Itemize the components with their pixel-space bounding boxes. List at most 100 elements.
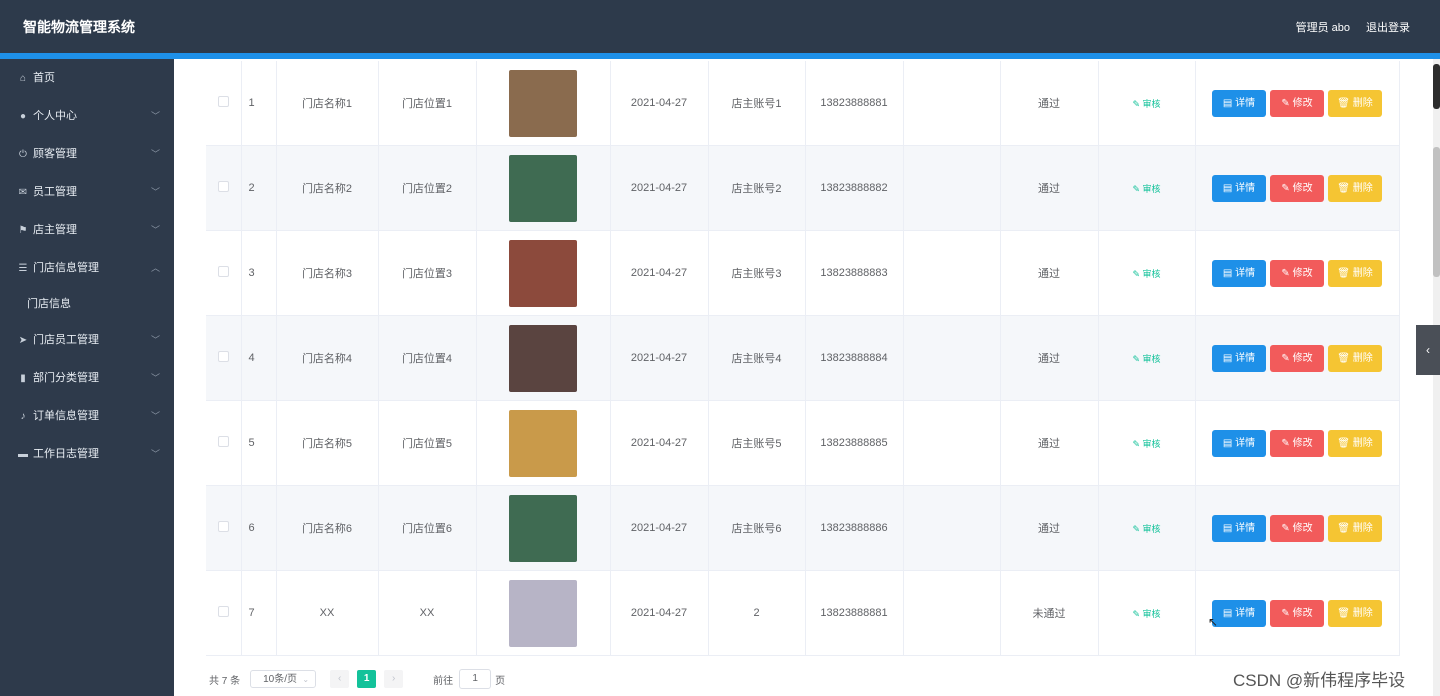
sidebar-item-1[interactable]: ● 个人中心 ﹀ [0, 97, 174, 135]
detail-button[interactable]: ▤ 详情 [1212, 344, 1266, 372]
edit-button[interactable]: ✎ 修改 [1270, 429, 1324, 457]
detail-button[interactable]: ▤ 详情 [1212, 259, 1266, 287]
edit-icon: ✎ [1132, 268, 1143, 279]
delete-button[interactable]: 🗑 删除 [1328, 344, 1382, 372]
store-image[interactable] [509, 69, 577, 137]
row-select-cell [206, 145, 242, 231]
note [903, 315, 1001, 401]
collapse-panel-button[interactable]: ‹ [1416, 325, 1440, 375]
goto-label: 前往 [433, 675, 454, 687]
chevron-down-icon: ﹀ [150, 111, 160, 121]
edit-icon: ✎ [1132, 183, 1143, 194]
store-image[interactable] [509, 579, 577, 647]
detail-button[interactable]: ▤ 详情 [1212, 514, 1266, 542]
audit-link[interactable]: ✎ 审核 [1132, 99, 1160, 109]
store-location: 门店位置1 [378, 61, 477, 146]
store-location: 门店位置3 [378, 230, 477, 316]
row-index: 5 [241, 400, 277, 486]
menu-icon: ☰ [18, 263, 28, 274]
page-scrollbar[interactable] [1433, 59, 1440, 696]
sidebar-item-5[interactable]: ☰ 门店信息管理 ︿ [0, 249, 174, 287]
delete-button[interactable]: 🗑 删除 [1328, 429, 1382, 457]
goto-page-input[interactable]: 1 [459, 669, 492, 689]
owner-account: 店主账号1 [708, 61, 806, 146]
prev-page-button[interactable]: ‹ [330, 670, 350, 688]
actions-cell: ▤ 详情 ✎ 修改 🗑 删除 [1195, 315, 1400, 401]
audit-status: 通过 [1000, 315, 1099, 401]
audit-cell: ✎ 审核 [1098, 145, 1196, 231]
audit-cell: ✎ 审核 [1098, 315, 1196, 401]
detail-button[interactable]: ▤ 详情 [1212, 429, 1266, 457]
message-icon: ▬ [18, 449, 28, 460]
row-checkbox[interactable] [217, 351, 229, 362]
pagination: 共 7 条 10条/页 ⌄ ‹ 1 › 前往 1 页 [209, 669, 505, 689]
edit-button[interactable]: ✎ 修改 [1270, 89, 1324, 117]
actions-cell: ▤ 详情 ✎ 修改 🗑 删除 [1195, 230, 1400, 316]
sidebar-item-3[interactable]: ✉ 员工管理 ﹀ [0, 173, 174, 211]
store-image[interactable] [509, 239, 577, 307]
row-checkbox[interactable] [217, 181, 229, 192]
sidebar-item-8[interactable]: ▮ 部门分类管理 ﹀ [0, 359, 174, 397]
note [903, 230, 1001, 316]
sidebar-item-4[interactable]: ⚑ 店主管理 ﹀ [0, 211, 174, 249]
store-table: 1 门店名称1 门店位置1 2021-04-27 店主账号1 13823888881 通过 ✎… [206, 61, 1400, 656]
audit-link[interactable]: ✎ 审核 [1132, 524, 1160, 534]
chevron-up-icon: ︿ [150, 263, 160, 273]
owner-account: 店主账号2 [708, 145, 806, 231]
edit-icon: ✎ [1132, 98, 1143, 109]
current-user[interactable]: 管理员 abo [1296, 19, 1350, 35]
sidebar-item-0[interactable]: ⌂ 首页 [0, 59, 174, 97]
sidebar-item-label: 首页 [33, 72, 55, 84]
store-image[interactable] [509, 324, 577, 392]
page-size-select[interactable]: 10条/页 ⌄ [250, 670, 317, 688]
detail-button[interactable]: ▤ 详情 [1212, 174, 1266, 202]
edit-button[interactable]: ✎ 修改 [1270, 514, 1324, 542]
row-checkbox[interactable] [217, 266, 229, 277]
edit-button[interactable]: ✎ 修改 [1270, 174, 1324, 202]
edit-button[interactable]: ✎ 修改 [1270, 344, 1324, 372]
row-checkbox[interactable] [217, 606, 229, 617]
store-image[interactable] [509, 409, 577, 477]
audit-link[interactable]: ✎ 审核 [1132, 354, 1160, 364]
chevron-down-icon: ﹀ [150, 225, 160, 235]
sidebar-item-2[interactable]: ⏻ 顾客管理 ﹀ [0, 135, 174, 173]
next-page-button[interactable]: › [384, 670, 404, 688]
sidebar-item-9[interactable]: ♪ 订单信息管理 ﹀ [0, 397, 174, 435]
sidebar-item-6[interactable]: 门店信息 [0, 287, 174, 321]
pencil-icon: ✎ [1281, 97, 1293, 109]
row-index: 1 [241, 61, 277, 146]
sidebar-item-label: 部门分类管理 [33, 372, 99, 384]
chevron-down-icon: ﹀ [150, 373, 160, 383]
detail-button[interactable]: ▤ 详情 [1212, 599, 1266, 627]
store-image[interactable] [509, 494, 577, 562]
audit-link[interactable]: ✎ 审核 [1132, 269, 1160, 279]
row-checkbox[interactable] [217, 96, 229, 107]
goto-unit: 页 [495, 675, 506, 687]
row-checkbox[interactable] [217, 521, 229, 532]
delete-button[interactable]: 🗑 删除 [1328, 514, 1382, 542]
sidebar-item-label: 门店信息管理 [33, 262, 99, 274]
edit-button[interactable]: ✎ 修改 [1270, 599, 1324, 627]
table-row: 3 门店名称3 门店位置3 2021-04-27 店主账号3 13823888883 通过 ✎… [206, 230, 1400, 316]
sidebar-item-10[interactable]: ▬ 工作日志管理 ﹀ [0, 435, 174, 473]
logout-button[interactable]: 退出登录 [1366, 19, 1410, 35]
sidebar-item-7[interactable]: ➤ 门店员工管理 ﹀ [0, 321, 174, 359]
page-number-current[interactable]: 1 [357, 670, 377, 688]
store-image[interactable] [509, 154, 577, 222]
delete-button[interactable]: 🗑 删除 [1328, 599, 1382, 627]
owner-account: 店主账号3 [708, 230, 806, 316]
pencil-icon: ✎ [1281, 607, 1293, 619]
row-checkbox[interactable] [217, 436, 229, 447]
actions-cell: ▤ 详情 ✎ 修改 🗑 删除 [1195, 61, 1400, 146]
detail-button[interactable]: ▤ 详情 [1212, 89, 1266, 117]
audit-link[interactable]: ✎ 审核 [1132, 439, 1160, 449]
store-name: 门店名称6 [276, 485, 379, 571]
owner-account: 店主账号4 [708, 315, 806, 401]
delete-button[interactable]: 🗑 删除 [1328, 259, 1382, 287]
audit-link[interactable]: ✎ 审核 [1132, 184, 1160, 194]
edit-button[interactable]: ✎ 修改 [1270, 259, 1324, 287]
delete-button[interactable]: 🗑 删除 [1328, 174, 1382, 202]
scrollbar-thumb[interactable] [1433, 147, 1440, 277]
delete-button[interactable]: 🗑 删除 [1328, 89, 1382, 117]
audit-link[interactable]: ✎ 审核 [1132, 609, 1160, 619]
